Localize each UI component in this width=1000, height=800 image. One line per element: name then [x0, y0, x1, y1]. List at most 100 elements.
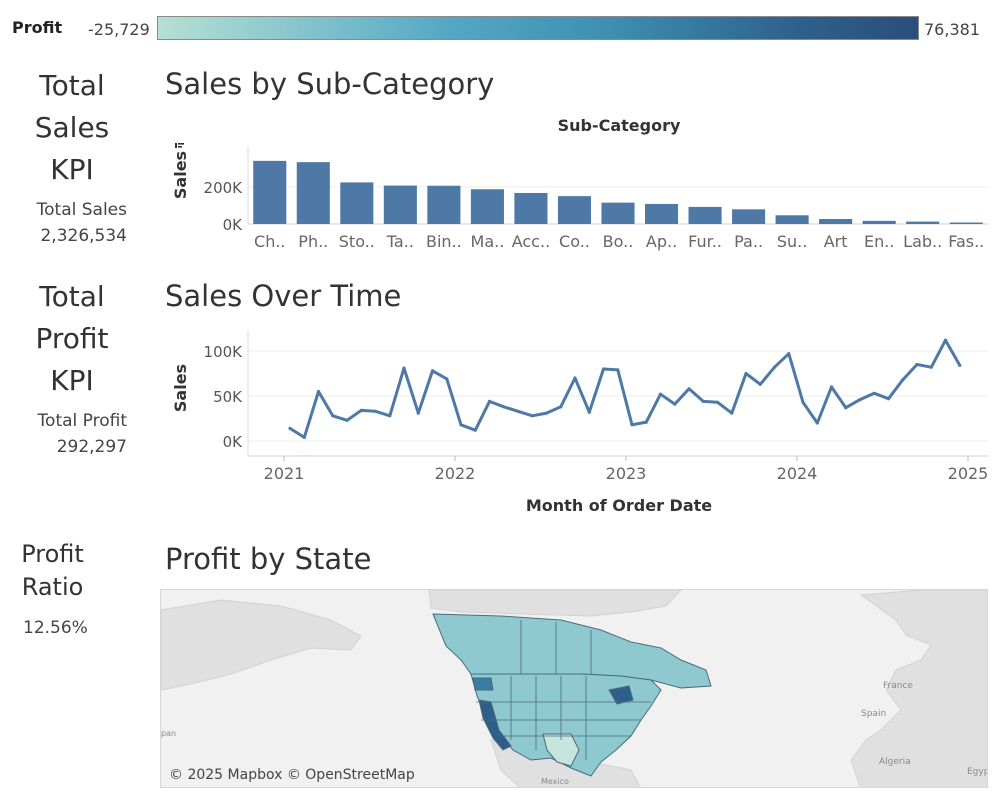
map-place-label: Egypt: [967, 767, 988, 777]
total-profit-label: Total Profit: [37, 411, 127, 431]
line-point[interactable]: [559, 405, 563, 409]
line-point[interactable]: [544, 411, 549, 415]
line-point[interactable]: [801, 400, 805, 404]
bar-mark[interactable]: [601, 202, 635, 224]
bar-mark[interactable]: [819, 218, 853, 224]
line-point[interactable]: [316, 389, 321, 394]
line-point[interactable]: [630, 423, 634, 427]
bar-mark[interactable]: [253, 160, 287, 224]
line-y-axis-label: Sales: [171, 364, 190, 412]
line-point[interactable]: [416, 411, 420, 415]
map-place-label: Spain: [861, 709, 886, 719]
total-profit-kpi-title: Total Profit KPI: [12, 276, 132, 402]
line-point[interactable]: [787, 352, 791, 356]
line-x-axis-label: Month of Order Date: [526, 496, 712, 515]
line-point[interactable]: [445, 377, 449, 381]
line-point[interactable]: [573, 376, 577, 380]
line-point[interactable]: [844, 406, 848, 410]
line-point[interactable]: [758, 382, 762, 386]
line-point[interactable]: [331, 414, 335, 418]
bar-mark[interactable]: [383, 185, 417, 224]
sales-by-subcategory-title: Sales by Sub-Category: [165, 67, 495, 101]
line-point[interactable]: [302, 435, 306, 439]
line-point[interactable]: [901, 378, 905, 382]
line-point[interactable]: [943, 338, 948, 342]
line-point[interactable]: [601, 367, 606, 371]
bar-category-label: Bin..: [426, 232, 462, 251]
total-profit-value: 292,297: [56, 437, 127, 457]
kpi-title-line: Total: [39, 69, 105, 102]
profit-color-legend[interactable]: [157, 16, 919, 40]
bar-mark[interactable]: [688, 206, 722, 224]
subcategory-header: Sub-Category: [558, 116, 681, 135]
kpi-title-line: Sales: [34, 111, 110, 144]
bar-mark[interactable]: [644, 203, 679, 224]
line-point[interactable]: [915, 362, 919, 367]
total-sales-value: 2,326,534: [40, 226, 127, 246]
line-point[interactable]: [829, 385, 834, 389]
line-point[interactable]: [886, 397, 891, 401]
line-point[interactable]: [616, 368, 620, 372]
line-point[interactable]: [815, 421, 819, 425]
line-point[interactable]: [644, 420, 648, 424]
line-point[interactable]: [459, 423, 463, 427]
europe-land: [850, 590, 987, 787]
line-point[interactable]: [658, 392, 663, 396]
line-point[interactable]: [730, 411, 734, 415]
line-point[interactable]: [744, 371, 748, 376]
line-point[interactable]: [872, 391, 876, 395]
bar-mark[interactable]: [470, 189, 504, 224]
map-place-label: Algeria: [879, 757, 911, 767]
map-place-label: Mexico: [541, 777, 569, 786]
map-place-label: France: [883, 681, 913, 691]
bar-mark[interactable]: [906, 221, 940, 224]
line-point[interactable]: [359, 408, 363, 412]
bar-mark[interactable]: [732, 209, 766, 224]
bar-mark[interactable]: [775, 215, 809, 224]
line-point[interactable]: [402, 366, 406, 370]
profit-ratio-title: Profit Ratio: [10, 538, 95, 604]
line-point[interactable]: [516, 409, 520, 413]
sales-over-time-chart[interactable]: 0K 50K 100K Sales 2021 2022 2023 2024 2025 Mon…: [160, 320, 990, 520]
line-point[interactable]: [715, 400, 720, 404]
sales-over-time-title: Sales Over Time: [165, 279, 402, 313]
line-point[interactable]: [487, 399, 492, 403]
bar-y-tick-label: 0K: [223, 216, 244, 234]
line-point[interactable]: [502, 405, 506, 409]
line-point[interactable]: [772, 365, 777, 369]
line-point[interactable]: [345, 418, 349, 422]
bar-mark[interactable]: [340, 182, 374, 224]
line-point[interactable]: [373, 409, 378, 413]
line-point[interactable]: [673, 402, 677, 406]
line-point[interactable]: [687, 387, 691, 391]
profit-by-state-map[interactable]: France Spain Algeria Egypt Mexico pan © …: [160, 589, 988, 788]
sort-icon[interactable]: [175, 143, 184, 148]
line-point[interactable]: [958, 363, 962, 367]
map-attribution[interactable]: © 2025 Mapbox © OpenStreetMap: [169, 767, 415, 783]
bar-mark[interactable]: [557, 196, 592, 224]
bar-mark[interactable]: [514, 192, 548, 224]
line-point[interactable]: [388, 414, 392, 418]
kpi-title-line: Profit: [35, 322, 109, 355]
line-point[interactable]: [288, 426, 292, 430]
line-point[interactable]: [701, 399, 705, 403]
bar-y-axis-label: Sales: [171, 151, 190, 199]
bar-category-label: Fur..: [688, 232, 722, 251]
bar-mark[interactable]: [427, 185, 461, 224]
sales-by-subcategory-chart[interactable]: Sub-Category 0K 200K Sales Ch.. Ph.. Sto.. T…: [160, 108, 990, 258]
line-point[interactable]: [858, 398, 862, 402]
line-point[interactable]: [473, 428, 477, 432]
line-point[interactable]: [430, 369, 435, 373]
bar-mark[interactable]: [949, 222, 983, 224]
bar-category-label: Lab..: [903, 232, 942, 251]
bar-mark[interactable]: [862, 220, 896, 224]
bar-mark[interactable]: [296, 162, 330, 224]
washington-region[interactable]: [472, 677, 494, 691]
line-point[interactable]: [929, 365, 933, 369]
line-point[interactable]: [530, 414, 534, 418]
sales-line-series[interactable]: [289, 338, 962, 439]
line-point[interactable]: [587, 410, 591, 414]
bar-category-label: Pa..: [734, 232, 763, 251]
profit-by-state-title: Profit by State: [165, 542, 372, 576]
line-x-tick-label: 2025: [948, 464, 989, 483]
